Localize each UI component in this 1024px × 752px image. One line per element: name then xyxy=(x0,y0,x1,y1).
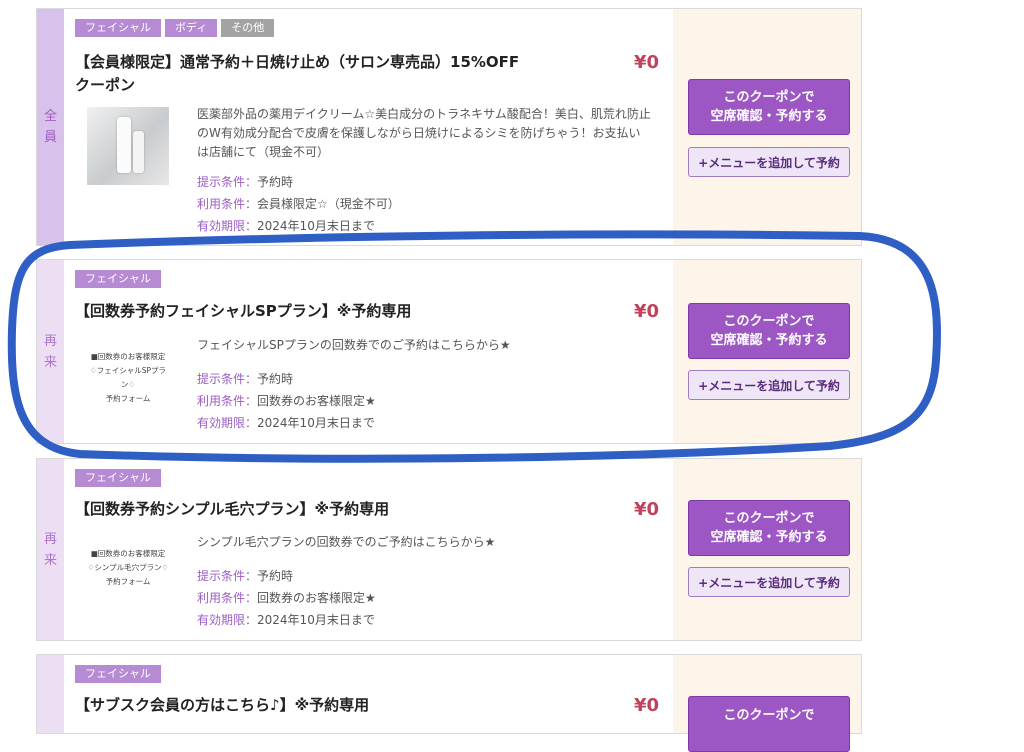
tag-body: ボディ xyxy=(165,19,218,37)
coupon-tags: フェイシャル ボディ その他 xyxy=(75,19,275,37)
book-with-coupon-button[interactable]: このクーポンで 空席確認・予約する xyxy=(688,79,850,135)
coupon-price: ¥0 xyxy=(634,499,660,520)
book-with-coupon-button[interactable]: このクーポンで 空席確認・予約する xyxy=(688,303,850,359)
condition-expiry: 有効期限：2024年10月末日まで xyxy=(197,416,375,430)
tag-facial: フェイシャル xyxy=(75,665,161,683)
reservation-form-image: ■回数券のお客様限定 ♢フェイシャルSPプラン♢ 予約フォーム xyxy=(89,352,166,403)
coupon-card: 再 来 フェイシャル 【回数券予約シンプル毛穴プラン】※予約専用 ¥0 ■回数券… xyxy=(36,458,862,641)
tag-facial: フェイシャル xyxy=(75,469,161,487)
tag-facial: フェイシャル xyxy=(75,19,161,37)
coupon-tags: フェイシャル xyxy=(75,270,161,288)
condition-present: 提示条件：予約時 xyxy=(197,175,294,189)
reservation-form-image: ■回数券のお客様限定 ♢シンプル毛穴プラン♢ 予約フォーム xyxy=(87,549,169,586)
target-label xyxy=(37,655,64,733)
coupon-description: フェイシャルSPプランの回数券でのご予約はこちらから★ xyxy=(197,338,511,352)
coupon-title: 【回数券予約シンプル毛穴プラン】※予約専用 xyxy=(75,500,390,518)
condition-expiry: 有効期限：2024年10月末日まで xyxy=(197,613,375,627)
coupon-card: 全 員 フェイシャル ボディ その他 【会員様限定】通常予約＋日焼け止め（サロン… xyxy=(36,8,862,246)
condition-usage: 利用条件：回数券のお客様限定★ xyxy=(197,394,376,408)
condition-present: 提示条件：予約時 xyxy=(197,372,294,386)
add-menu-button[interactable]: +メニューを追加して予約 xyxy=(688,147,850,177)
condition-usage: 利用条件：会員様限定☆（現金不可） xyxy=(197,197,400,211)
target-label-all: 全 員 xyxy=(37,9,64,245)
coupon-conditions: 提示条件：予約時 利用条件：会員様限定☆（現金不可） 有効期限：2024年10月… xyxy=(197,171,400,237)
condition-expiry: 有効期限：2024年10月末日まで xyxy=(197,219,375,233)
tag-facial: フェイシャル xyxy=(75,270,161,288)
coupon-description: シンプル毛穴プランの回数券でのご予約はこちらから★ xyxy=(197,535,496,549)
coupon-price: ¥0 xyxy=(634,695,660,716)
book-with-coupon-button[interactable]: このクーポンで 空席確認・予約する xyxy=(688,500,850,556)
tag-other: その他 xyxy=(221,19,275,37)
coupon-title: 【回数券予約フェイシャルSPプラン】※予約専用 xyxy=(75,302,412,320)
condition-present: 提示条件：予約時 xyxy=(197,569,294,583)
coupon-description: 医薬部外品の薬用デイクリーム☆美白成分のトラネキサム酸配合！美白、肌荒れ防止のW… xyxy=(197,107,651,159)
condition-usage: 利用条件：回数券のお客様限定★ xyxy=(197,591,376,605)
coupon-tags: フェイシャル xyxy=(75,665,161,683)
book-with-coupon-button[interactable]: このクーポンで xyxy=(688,696,850,752)
coupon-title: 【サブスク会員の方はこちら♪】※予約専用 xyxy=(75,696,370,714)
coupon-card: 再 来 フェイシャル 【回数券予約フェイシャルSPプラン】※予約専用 ¥0 ■回… xyxy=(36,259,862,444)
coupon-card: フェイシャル 【サブスク会員の方はこちら♪】※予約専用 ¥0 このクーポンで xyxy=(36,654,862,752)
coupon-price: ¥0 xyxy=(634,52,660,73)
product-image xyxy=(87,107,169,185)
target-label-repeat: 再 来 xyxy=(37,459,64,640)
coupon-conditions: 提示条件：予約時 利用条件：回数券のお客様限定★ 有効期限：2024年10月末日… xyxy=(197,368,376,434)
target-label-repeat: 再 来 xyxy=(37,260,64,443)
add-menu-button[interactable]: +メニューを追加して予約 xyxy=(688,567,850,597)
coupon-title: 【会員様限定】通常予約＋日焼け止め（サロン専売品）15%OFF クーポン xyxy=(75,53,520,94)
add-menu-button[interactable]: +メニューを追加して予約 xyxy=(688,370,850,400)
coupon-tags: フェイシャル xyxy=(75,469,161,487)
coupon-price: ¥0 xyxy=(634,301,660,322)
coupon-conditions: 提示条件：予約時 利用条件：回数券のお客様限定★ 有効期限：2024年10月末日… xyxy=(197,565,376,631)
